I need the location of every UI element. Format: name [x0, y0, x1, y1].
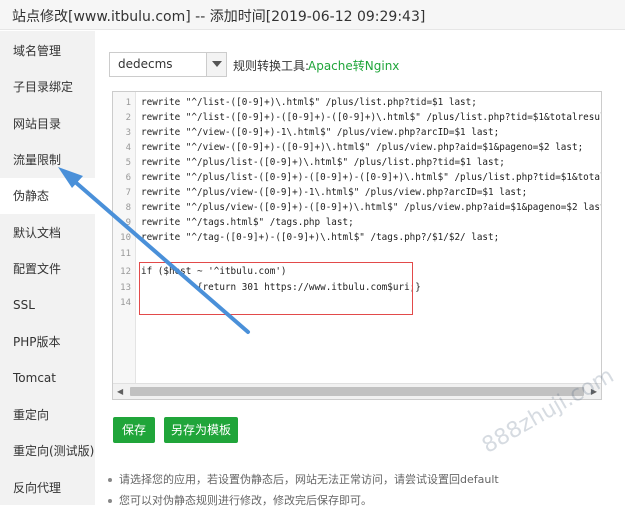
line-number: 1	[125, 98, 131, 108]
sidebar-item-tomcat[interactable]: Tomcat	[0, 360, 95, 396]
line-number: 7	[125, 188, 131, 198]
line-number: 13	[120, 283, 131, 293]
code-line: rewrite "^/plus/view-([0-9]+)-([0-9]+)\.…	[141, 202, 602, 213]
line-number: 3	[125, 128, 131, 138]
bullet-icon	[108, 499, 112, 503]
code-line: rewrite "^/plus/view-([0-9]+)-1\.html$" …	[141, 187, 528, 198]
save-button[interactable]: 保存	[113, 417, 155, 443]
apache-to-nginx-link[interactable]: Apache转Nginx	[308, 57, 399, 74]
code-line: rewrite "^/list-([0-9]+)\.html$" /plus/l…	[141, 97, 477, 108]
sidebar-item-rewrite[interactable]: 伪静态	[0, 178, 95, 214]
line-number: 14	[120, 298, 131, 308]
line-number-gutter: 1 2 3 4 5 6 7 8 9 10 11 12 13 14	[113, 92, 136, 384]
chevron-down-icon[interactable]	[206, 53, 226, 76]
highlight-box	[139, 262, 413, 315]
code-line: rewrite "^/view-([0-9]+)-1\.html$" /plus…	[141, 127, 500, 138]
tip-line: 请选择您的应用，若设置伪静态后，网站无法正常访问，请尝试设置回default	[108, 471, 499, 487]
code-line: rewrite "^/tag-([0-9]+)-([0-9]+)\.html$"…	[141, 232, 500, 243]
line-number: 4	[125, 143, 131, 153]
sidebar: 域名管理 子目录绑定 网站目录 流量限制 伪静态 默认文档 配置文件 SSL P…	[0, 31, 95, 505]
scroll-left-icon[interactable]: ◀	[117, 387, 123, 396]
sidebar-item-traffic-limit[interactable]: 流量限制	[0, 142, 95, 178]
line-number: 2	[125, 113, 131, 123]
line-number: 12	[120, 267, 131, 277]
code-line: rewrite "^/view-([0-9]+)-([0-9]+)\.html$…	[141, 142, 584, 153]
line-number: 10	[120, 233, 131, 243]
code-line: rewrite "^/plus/list-([0-9]+)\.html$" /p…	[141, 157, 505, 168]
sidebar-item-redirect-beta[interactable]: 重定向(测试版)	[0, 433, 95, 469]
sidebar-item-redirect[interactable]: 重定向	[0, 397, 95, 433]
line-number: 5	[125, 158, 131, 168]
code-line: rewrite "^/list-([0-9]+)-([0-9]+)-([0-9]…	[141, 112, 602, 123]
rewrite-rule-select[interactable]: dedecms	[109, 52, 227, 77]
sidebar-item-php-version[interactable]: PHP版本	[0, 324, 95, 360]
rewrite-rule-editor[interactable]: 1 2 3 4 5 6 7 8 9 10 11 12 13 14 rewrite…	[112, 91, 602, 400]
line-number: 11	[120, 249, 131, 259]
code-line: rewrite "^/tags.html$" /tags.php last;	[141, 217, 354, 228]
horizontal-scrollbar[interactable]: ◀ ▶	[113, 383, 601, 399]
sidebar-item-config-file[interactable]: 配置文件	[0, 251, 95, 287]
window-titlebar: 站点修改[www.itbulu.com] -- 添加时间[2019-06-12 …	[0, 0, 625, 30]
sidebar-item-ssl[interactable]: SSL	[0, 287, 95, 323]
rewrite-rule-select-value: dedecms	[118, 57, 173, 71]
window-title: 站点修改[www.itbulu.com] -- 添加时间[2019-06-12 …	[12, 9, 426, 25]
code-line: rewrite "^/plus/list-([0-9]+)-([0-9]+)-(…	[141, 172, 602, 183]
scrollbar-thumb[interactable]	[130, 387, 584, 396]
sidebar-item-reverse-proxy[interactable]: 反向代理	[0, 470, 95, 506]
line-number: 9	[125, 218, 131, 228]
bullet-icon	[108, 478, 112, 482]
sidebar-item-subdir-binding[interactable]: 子目录绑定	[0, 69, 95, 105]
rule-convert-tool-label: 规则转换工具:	[233, 59, 310, 73]
sidebar-item-default-doc[interactable]: 默认文档	[0, 215, 95, 251]
tip-line: 您可以对伪静态规则进行修改，修改完后保存即可。	[108, 492, 372, 508]
line-number: 6	[125, 173, 131, 183]
sidebar-item-domain[interactable]: 域名管理	[0, 33, 95, 69]
save-as-template-button[interactable]: 另存为模板	[164, 417, 238, 443]
line-number: 8	[125, 203, 131, 213]
sidebar-item-site-dir[interactable]: 网站目录	[0, 106, 95, 142]
tip-text: 您可以对伪静态规则进行修改，修改完后保存即可。	[119, 494, 372, 507]
tip-text: 请选择您的应用，若设置伪静态后，网站无法正常访问，请尝试设置回default	[119, 473, 499, 486]
